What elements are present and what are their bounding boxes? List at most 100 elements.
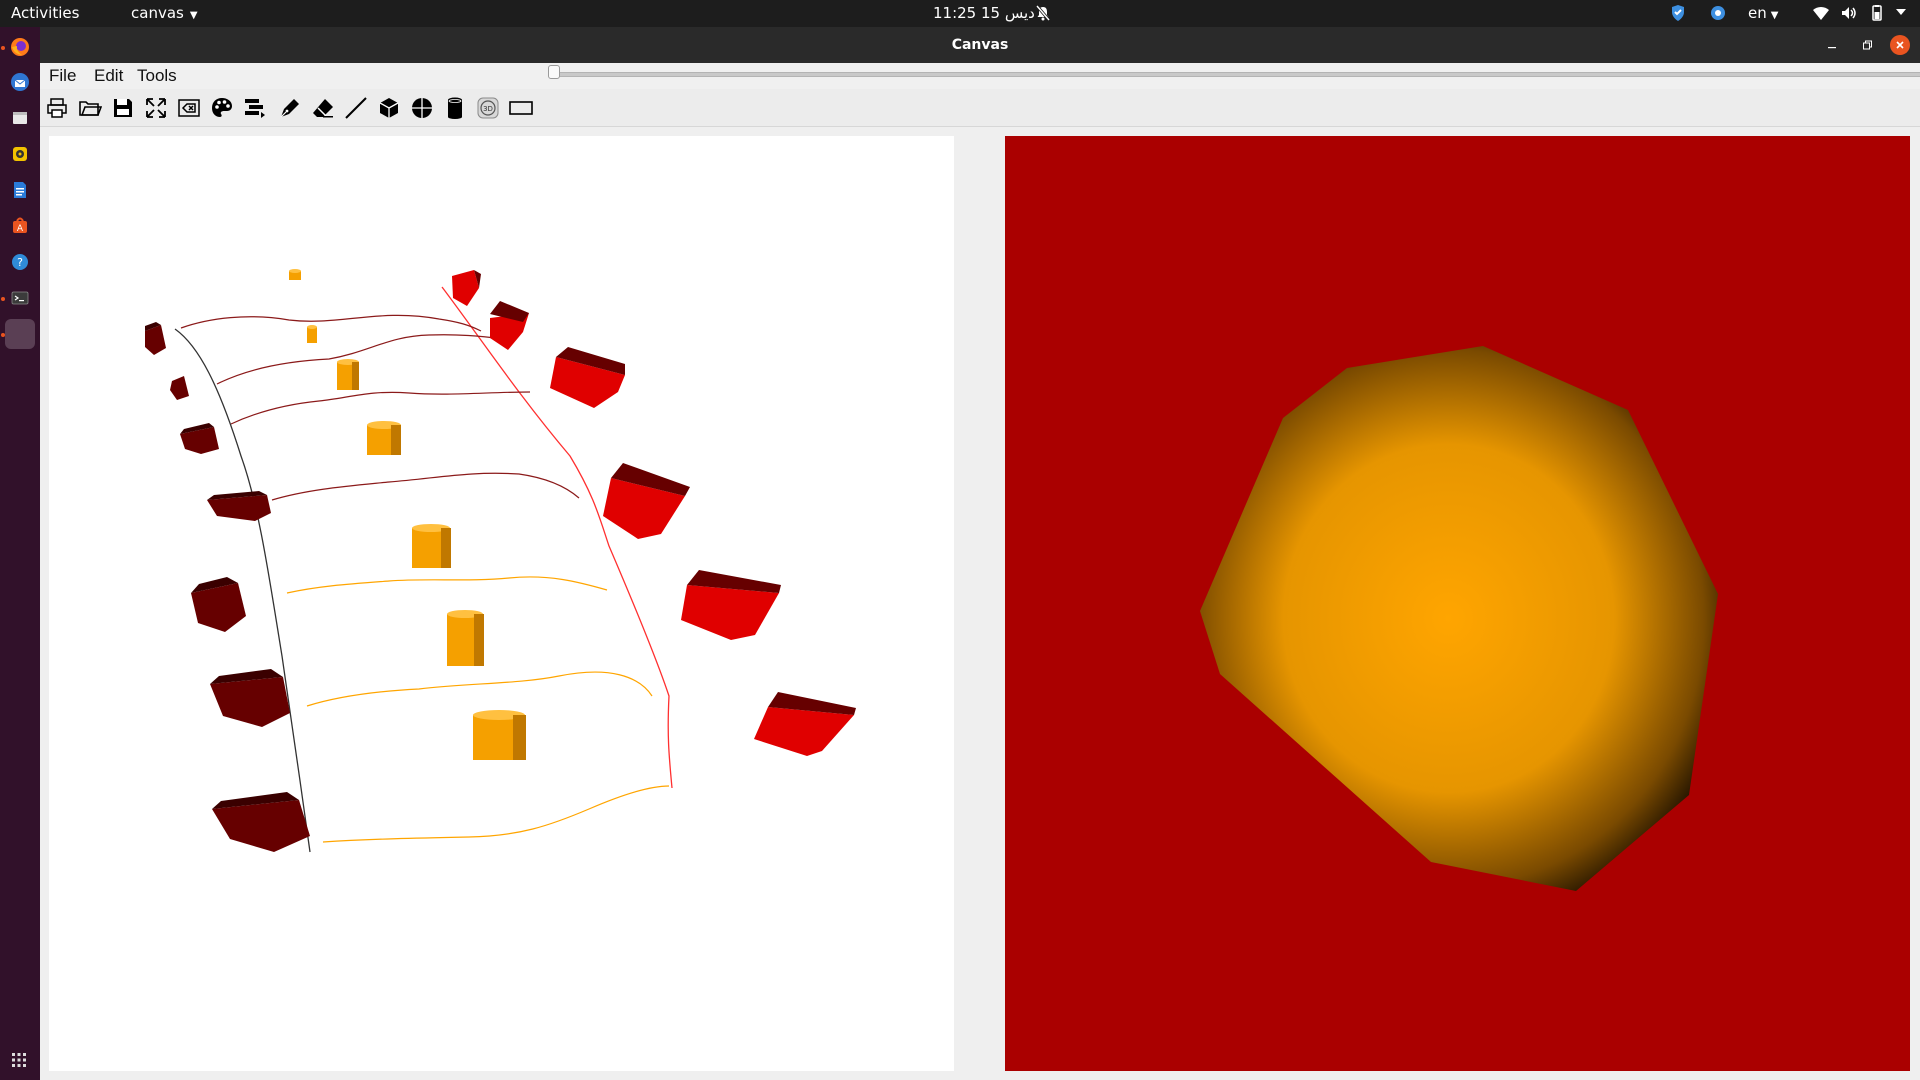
- notifications-muted-icon: [1035, 5, 1051, 21]
- software-icon[interactable]: A: [5, 211, 35, 241]
- 3d-toggle-button[interactable]: 3D: [474, 94, 502, 122]
- save-button[interactable]: [109, 94, 137, 122]
- window-titlebar[interactable]: Canvas: [40, 27, 1920, 64]
- firefox-icon[interactable]: [5, 32, 35, 62]
- cube-button[interactable]: [375, 94, 403, 122]
- dark-cube-3: [180, 423, 219, 454]
- open-folder-icon: [79, 101, 102, 116]
- dark-cube-1: [145, 322, 166, 355]
- wifi-icon[interactable]: [1812, 4, 1830, 22]
- stroke-orange-2: [306, 671, 653, 707]
- drawing-canvas-2d[interactable]: [49, 136, 954, 1071]
- apps-grid-icon[interactable]: [11, 1052, 27, 1068]
- stroke-maroon-1: [180, 314, 482, 332]
- cylinder-button[interactable]: [441, 94, 469, 122]
- svg-text:?: ?: [17, 256, 23, 269]
- cylinder-3: [337, 359, 359, 390]
- stroke-maroon-3: [230, 391, 531, 425]
- menu-tools[interactable]: Tools: [132, 63, 182, 89]
- toolbar-slider-handle[interactable]: [548, 65, 560, 79]
- rectangle-icon: [509, 101, 533, 115]
- close-icon: [1896, 41, 1904, 49]
- app-menu-label: canvas: [131, 4, 184, 22]
- minimize-button[interactable]: [1820, 33, 1844, 57]
- save-icon: [114, 99, 132, 117]
- cylinder-2: [307, 325, 317, 343]
- eraser-icon: [313, 99, 333, 118]
- red-cube-1: [452, 266, 481, 306]
- red-cube-2: [490, 301, 529, 350]
- clear-icon: [178, 99, 200, 117]
- gnome-top-bar: Activities canvas ▼ 11:25 دیس 15 en ▼: [0, 0, 1920, 27]
- app-menu-button[interactable]: canvas ▼: [131, 0, 198, 29]
- maximize-icon: [1863, 40, 1872, 50]
- cylinder-6: [447, 610, 484, 666]
- layers-button[interactable]: [241, 94, 269, 122]
- writer-icon[interactable]: [5, 175, 35, 205]
- stroke-orange-3: [322, 785, 670, 843]
- line-button[interactable]: [342, 94, 370, 122]
- volume-icon[interactable]: [1840, 4, 1858, 22]
- battery-icon[interactable]: [1868, 4, 1886, 22]
- rhythmbox-icon[interactable]: [5, 139, 35, 169]
- running-indicator: [1, 297, 5, 301]
- red-cube-5: [681, 570, 781, 640]
- print-button[interactable]: [43, 94, 71, 122]
- clear-button[interactable]: [175, 94, 203, 122]
- shield-icon[interactable]: [1670, 4, 1686, 22]
- fit-view-button[interactable]: [142, 94, 170, 122]
- window-title: Canvas: [951, 37, 1009, 53]
- dark-cube-4: [207, 491, 271, 521]
- red-cube-6: [754, 692, 856, 756]
- sphere-icon: [412, 98, 432, 118]
- print-icon: [47, 98, 67, 118]
- open-button[interactable]: [76, 94, 104, 122]
- chevron-down-icon: ▼: [189, 10, 198, 21]
- palette-button[interactable]: [208, 94, 236, 122]
- layers-icon: [245, 99, 265, 118]
- menu-file[interactable]: File: [44, 63, 81, 89]
- close-button[interactable]: [1890, 35, 1910, 55]
- pen-button[interactable]: [276, 94, 304, 122]
- stroke-maroon-4: [271, 472, 580, 501]
- rectangle-button[interactable]: [507, 94, 535, 122]
- palette-icon: [212, 98, 232, 117]
- cube-icon: [379, 98, 399, 118]
- cylinder-5: [412, 524, 451, 568]
- chat-icon[interactable]: [1710, 4, 1726, 22]
- files-icon[interactable]: [5, 103, 35, 133]
- sphere-button[interactable]: [408, 94, 436, 122]
- red-cube-4: [603, 463, 690, 539]
- shaded-sphere: [1200, 346, 1718, 891]
- menu-edit[interactable]: Edit: [89, 63, 128, 89]
- dark-cube-6: [210, 669, 290, 727]
- toolbar: 3D: [40, 89, 1920, 127]
- 3d-viewport[interactable]: [1005, 136, 1910, 1071]
- maximize-button[interactable]: [1855, 33, 1879, 57]
- activities-button[interactable]: Activities: [11, 0, 79, 27]
- thunderbird-icon[interactable]: [5, 67, 35, 97]
- cylinder-icon: [448, 97, 462, 119]
- running-indicator: [1, 46, 5, 50]
- canvas-window: Canvas File Edit Tools 3D: [40, 27, 1920, 1080]
- eraser-button[interactable]: [309, 94, 337, 122]
- toolbar-slider-track[interactable]: [554, 72, 1920, 77]
- clock[interactable]: 11:25 دیس 15: [933, 0, 1035, 27]
- cylinder-4: [367, 421, 401, 455]
- svg-text:3D: 3D: [483, 105, 493, 113]
- 3d-toggle-icon: 3D: [477, 97, 499, 119]
- terminal-icon[interactable]: [5, 283, 35, 313]
- cylinder-7: [473, 710, 526, 760]
- dark-cube-5: [191, 577, 246, 632]
- power-caret-icon[interactable]: [1895, 6, 1907, 18]
- help-icon[interactable]: ?: [5, 247, 35, 277]
- pen-icon: [280, 99, 299, 118]
- language-indicator[interactable]: en ▼: [1748, 0, 1778, 29]
- cylinder-1: [289, 269, 301, 280]
- dock: A ?: [0, 27, 40, 1080]
- dark-cube-2: [170, 376, 189, 400]
- language-label: en: [1748, 4, 1767, 22]
- svg-text:A: A: [17, 224, 24, 234]
- dark-cube-7: [212, 792, 310, 852]
- canvas-app-icon[interactable]: [5, 319, 35, 349]
